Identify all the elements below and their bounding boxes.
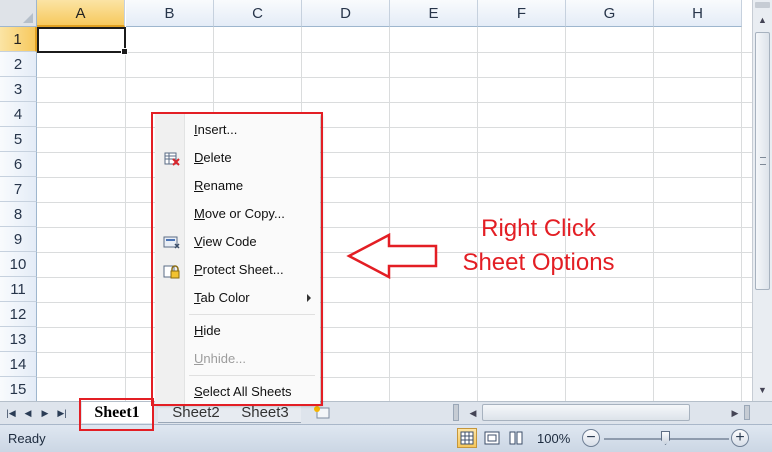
annotation-line-1: Right Click: [481, 215, 596, 242]
scroll-down-arrow-icon[interactable]: ▼: [755, 382, 770, 398]
zoom-out-button[interactable]: −: [582, 429, 600, 447]
active-cell-a1[interactable]: [37, 27, 128, 55]
gridline: [37, 77, 752, 78]
vertical-scroll-thumb[interactable]: [755, 32, 770, 290]
column-header-f[interactable]: F: [478, 0, 566, 27]
select-all-corner[interactable]: [0, 0, 37, 27]
annotation-text: Right Click Sheet Options: [446, 212, 631, 280]
gridline: [37, 227, 752, 228]
normal-view-button[interactable]: [457, 428, 477, 448]
gridline: [741, 27, 742, 401]
gridline: [37, 302, 752, 303]
gridline: [37, 327, 752, 328]
vertical-split-handle[interactable]: [755, 2, 770, 8]
previous-sheet-icon[interactable]: ◀: [21, 405, 35, 421]
last-sheet-icon[interactable]: ▶|: [55, 405, 69, 421]
row-header-15[interactable]: 15: [0, 377, 37, 401]
left-arrow-icon: [346, 232, 438, 280]
gridline: [37, 152, 752, 153]
row-header-1[interactable]: 1: [0, 27, 37, 52]
insert-sheet-icon[interactable]: [313, 405, 331, 420]
row-header-13[interactable]: 13: [0, 327, 37, 352]
gridline: [37, 127, 752, 128]
spreadsheet-grid[interactable]: A B C D E F G H 1 2 3 4 5 6 7 8 9 10 11 …: [0, 0, 752, 401]
page-layout-view-button[interactable]: [482, 428, 502, 448]
column-header-a[interactable]: A: [37, 0, 125, 27]
column-header-c[interactable]: C: [214, 0, 302, 27]
first-sheet-icon[interactable]: |◀: [4, 405, 18, 421]
horizontal-scroll-thumb[interactable]: [482, 404, 690, 421]
gridline: [37, 102, 752, 103]
scroll-right-arrow-icon[interactable]: ▶: [728, 405, 742, 421]
page-break-view-button[interactable]: [506, 428, 526, 448]
gridline: [389, 27, 390, 401]
row-header-2[interactable]: 2: [0, 52, 37, 77]
horizontal-split-handle[interactable]: [744, 405, 750, 420]
zoom-slider-thumb[interactable]: [661, 431, 670, 445]
context-menu-highlight: [151, 112, 323, 406]
scroll-up-arrow-icon[interactable]: ▲: [755, 12, 770, 28]
row-header-8[interactable]: 8: [0, 202, 37, 227]
row-header-12[interactable]: 12: [0, 302, 37, 327]
column-header-b[interactable]: B: [126, 0, 214, 27]
annotation-line-2: Sheet Options: [462, 249, 615, 276]
column-header-h[interactable]: H: [654, 0, 742, 27]
column-header-g[interactable]: G: [566, 0, 654, 27]
row-header-5[interactable]: 5: [0, 127, 37, 152]
zoom-in-button[interactable]: +: [731, 429, 749, 447]
grip-icon: [760, 157, 766, 165]
column-header-d[interactable]: D: [302, 0, 390, 27]
gridline: [653, 27, 654, 401]
normal-view-icon: [460, 431, 474, 445]
row-header-3[interactable]: 3: [0, 77, 37, 102]
row-header-11[interactable]: 11: [0, 277, 37, 302]
row-header-10[interactable]: 10: [0, 252, 37, 277]
next-sheet-icon[interactable]: ▶: [38, 405, 52, 421]
column-header-e[interactable]: E: [390, 0, 478, 27]
zoom-level[interactable]: 100%: [537, 431, 570, 446]
row-header-7[interactable]: 7: [0, 177, 37, 202]
gridline: [125, 27, 126, 401]
tab-split-handle[interactable]: [453, 404, 459, 421]
row-header-14[interactable]: 14: [0, 352, 37, 377]
scroll-left-arrow-icon[interactable]: ◀: [466, 405, 480, 421]
page-break-preview-icon: [509, 431, 523, 445]
gridline: [37, 377, 752, 378]
sheet-tab-highlight: [79, 398, 154, 431]
gridline: [37, 52, 752, 53]
row-header-6[interactable]: 6: [0, 152, 37, 177]
gridline: [37, 177, 752, 178]
gridline: [37, 202, 752, 203]
row-header-9[interactable]: 9: [0, 227, 37, 252]
row-header-4[interactable]: 4: [0, 102, 37, 127]
status-ready-text: Ready: [8, 431, 46, 446]
page-layout-icon: [484, 431, 500, 445]
gridline: [37, 352, 752, 353]
vertical-scrollbar[interactable]: ▲ ▼: [752, 0, 772, 401]
